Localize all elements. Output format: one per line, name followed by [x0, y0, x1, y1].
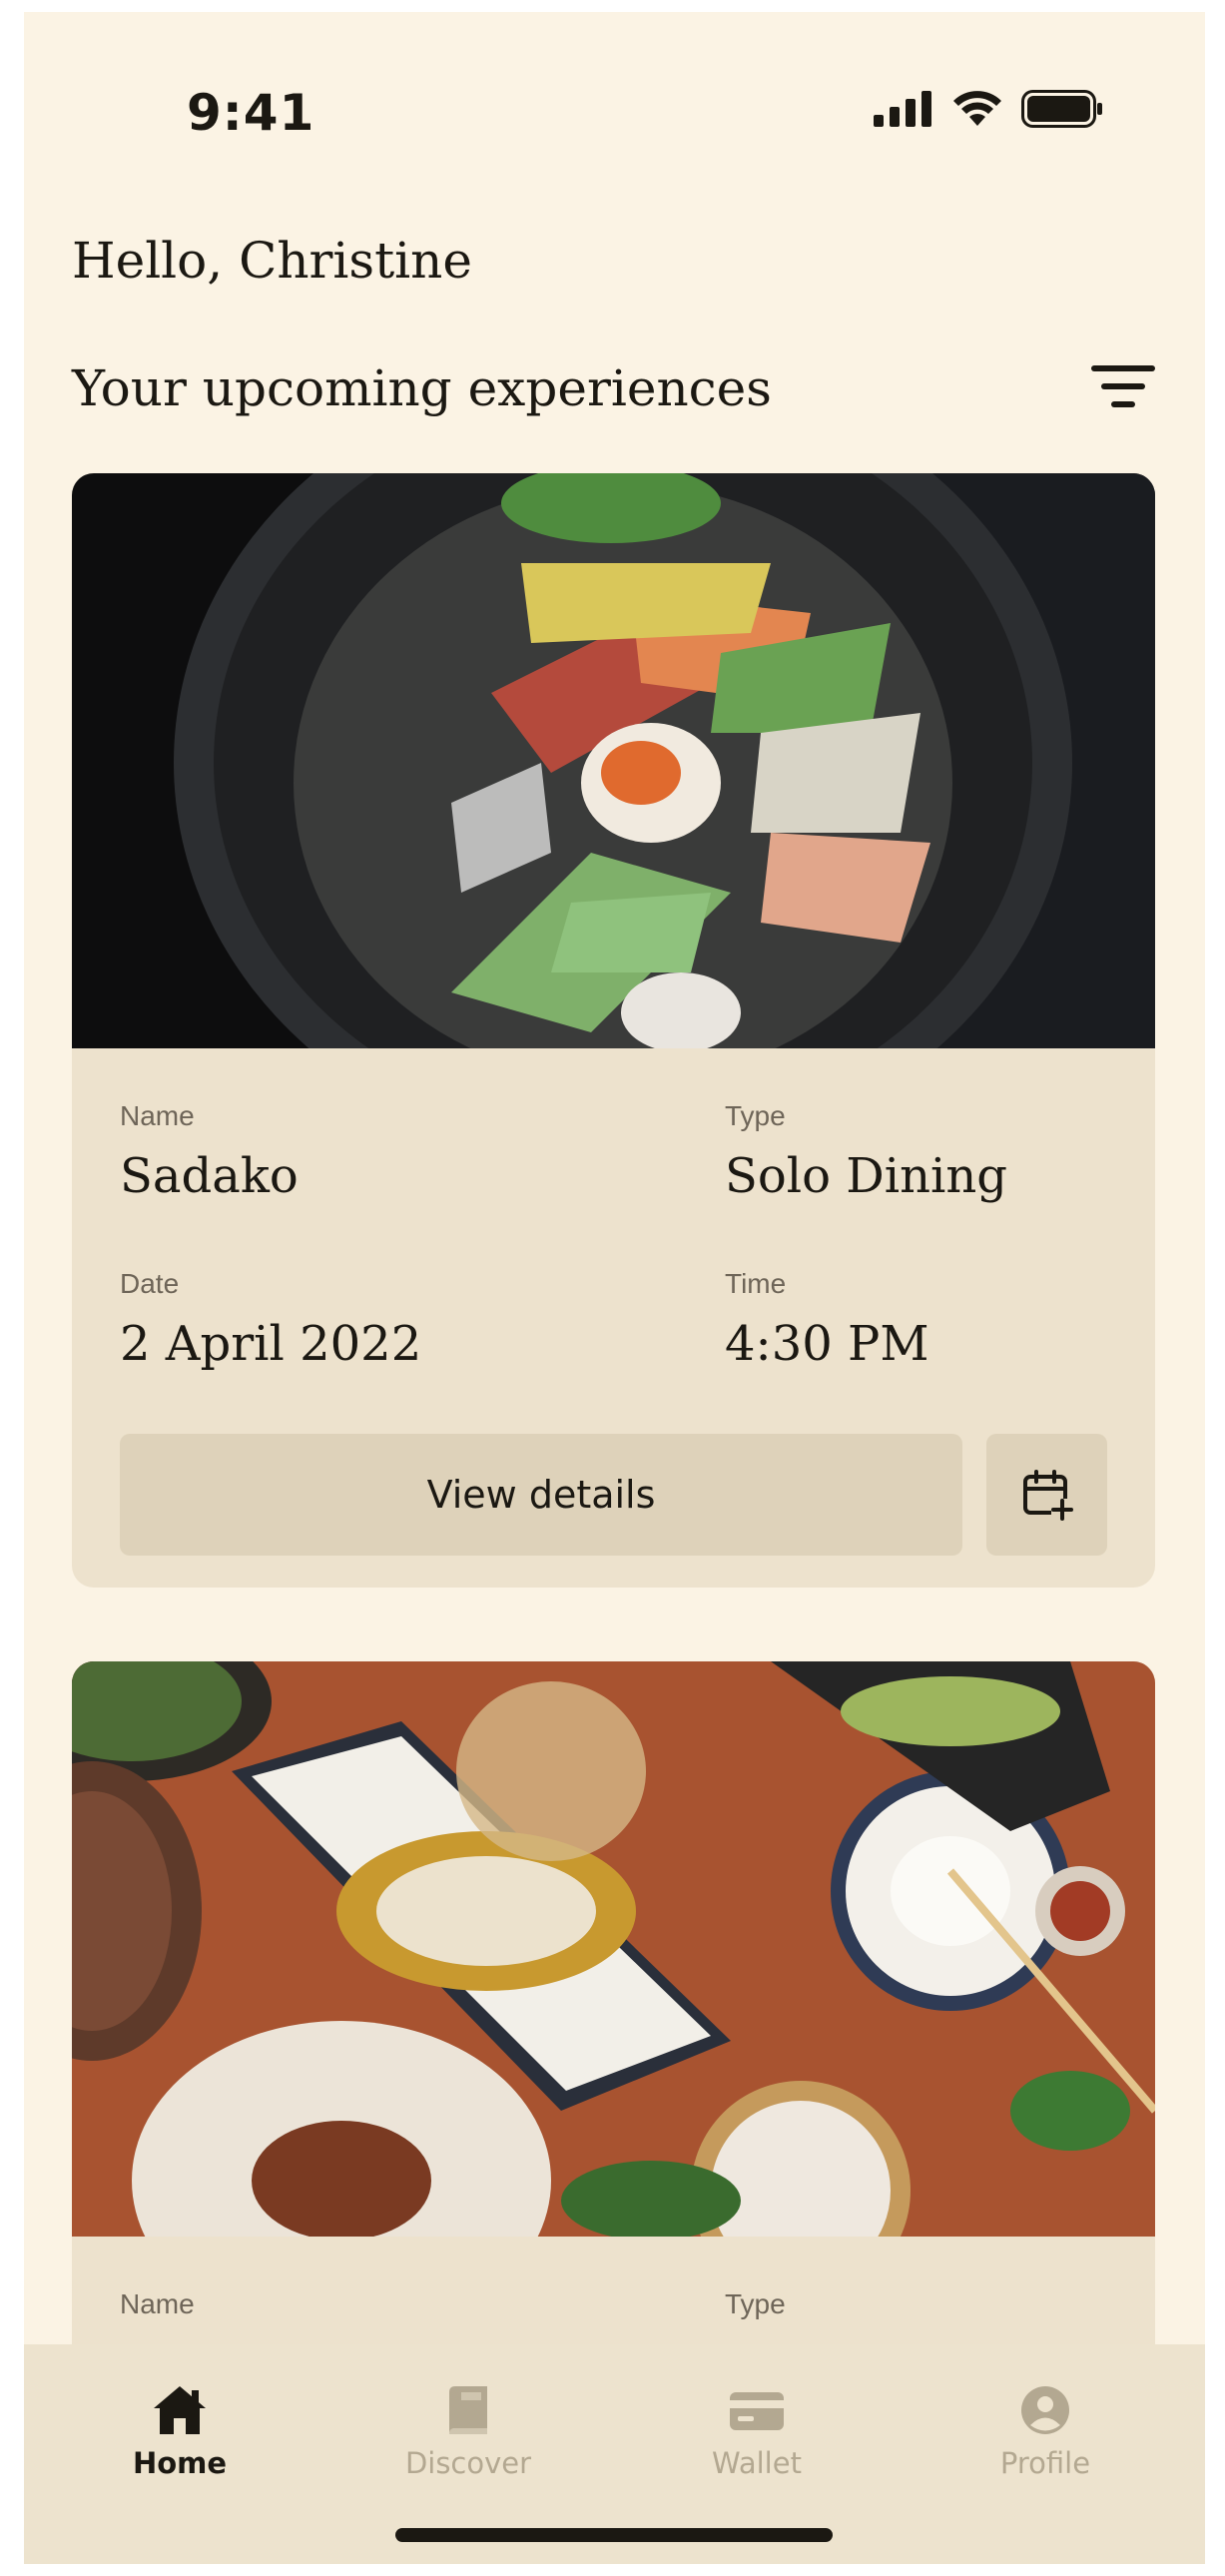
tab-profile[interactable]: Profile	[945, 2384, 1145, 2480]
battery-icon	[1021, 90, 1102, 128]
name-label: Name	[120, 2288, 195, 2319]
experience-time: 4:30 PM	[725, 1316, 929, 1372]
phone-screen: 9:41 Hello, Christine Your upcoming expe…	[24, 12, 1205, 2564]
date-label: Date	[120, 1268, 180, 1299]
calendar-add-icon	[1022, 1470, 1073, 1521]
tab-home[interactable]: Home	[80, 2384, 280, 2480]
section-title: Your upcoming experiences	[72, 359, 772, 417]
tab-discover[interactable]: Discover	[368, 2384, 568, 2480]
tab-wallet[interactable]: Wallet	[657, 2384, 857, 2480]
book-icon	[449, 2386, 487, 2434]
greeting: Hello, Christine	[72, 232, 472, 290]
tab-label: Wallet	[712, 2446, 802, 2480]
experience-type: Solo Dining	[725, 1148, 1008, 1204]
tab-label: Home	[132, 2446, 228, 2480]
filter-icon	[1091, 365, 1155, 407]
name-label: Name	[120, 1100, 195, 1131]
status-time: 9:41	[187, 84, 315, 142]
type-label: Type	[725, 1100, 786, 1131]
experience-date: 2 April 2022	[120, 1316, 422, 1372]
home-indicator	[395, 2528, 833, 2542]
wallet-icon	[730, 2392, 784, 2430]
add-to-calendar-button[interactable]	[986, 1434, 1107, 1556]
experience-image	[72, 473, 1155, 1048]
experience-card: Name Sadako Type Solo Dining Date 2 Apri…	[72, 473, 1155, 1588]
tab-bar: Home Discover Wallet Profile	[24, 2344, 1205, 2564]
tab-label: Discover	[404, 2446, 532, 2480]
experience-image	[72, 1661, 1155, 2237]
cellular-signal-icon	[874, 91, 931, 127]
tab-label: Profile	[999, 2446, 1091, 2480]
view-details-button[interactable]: View details	[120, 1434, 962, 1556]
profile-icon	[1021, 2386, 1069, 2434]
home-icon	[154, 2386, 206, 2434]
type-label: Type	[725, 2288, 786, 2319]
wifi-icon	[953, 91, 1001, 126]
experience-name: Sadako	[120, 1148, 299, 1204]
time-label: Time	[725, 1268, 787, 1299]
filter-button[interactable]	[1091, 363, 1155, 409]
status-icons	[874, 90, 1103, 128]
